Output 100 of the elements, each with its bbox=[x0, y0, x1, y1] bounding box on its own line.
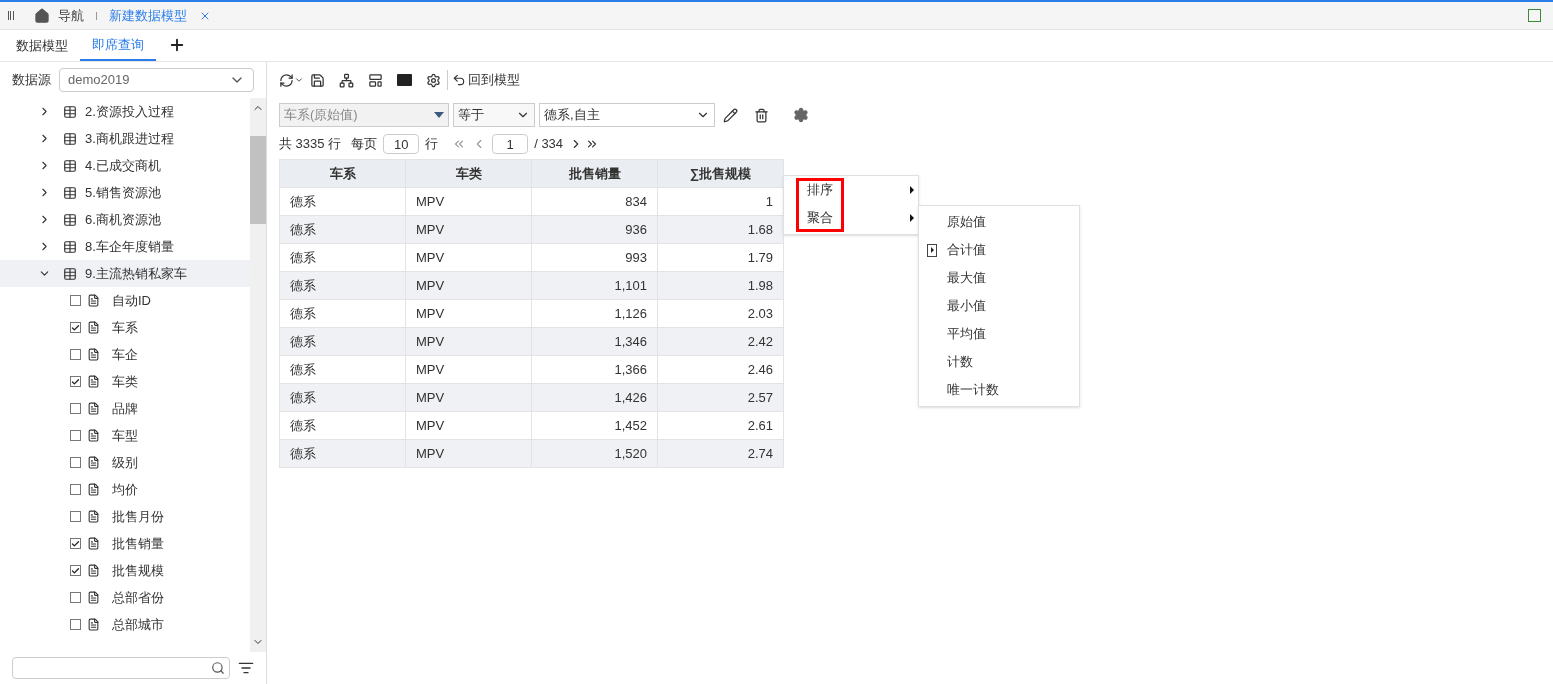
table-cell: MPV bbox=[405, 327, 532, 356]
layout-icon[interactable] bbox=[368, 72, 383, 88]
document-tab[interactable]: 新建数据模型 bbox=[109, 5, 187, 26]
field-name: 自动ID bbox=[112, 291, 151, 310]
maximize-icon[interactable] bbox=[1528, 9, 1541, 22]
field-item[interactable]: 总部省份 bbox=[0, 584, 250, 611]
checkbox[interactable] bbox=[70, 538, 81, 549]
menu-item[interactable]: 聚合 bbox=[784, 204, 918, 232]
checkbox[interactable] bbox=[70, 457, 81, 468]
home-icon[interactable] bbox=[34, 7, 50, 24]
datasource-select[interactable]: demo2019 bbox=[59, 68, 254, 92]
submenu-item[interactable]: 平均值 bbox=[919, 320, 1079, 348]
field-item[interactable]: 批售规模 bbox=[0, 557, 250, 584]
row-unit: 行 bbox=[425, 135, 439, 154]
column-header[interactable]: ∑批售规模 bbox=[657, 159, 784, 188]
refresh-icon[interactable] bbox=[279, 72, 294, 88]
tree-item[interactable]: 9.主流热销私家车 bbox=[0, 260, 250, 287]
checkbox[interactable] bbox=[70, 349, 81, 360]
submenu-item[interactable]: 计数 bbox=[919, 348, 1079, 376]
delete-icon[interactable] bbox=[754, 107, 769, 123]
table-icon bbox=[63, 266, 77, 281]
field-name: 总部省份 bbox=[112, 588, 164, 607]
field-item[interactable]: 均价 bbox=[0, 476, 250, 503]
field-item[interactable]: 级别 bbox=[0, 449, 250, 476]
field-item[interactable]: 自动ID bbox=[0, 287, 250, 314]
submenu-item[interactable]: 合计值 bbox=[919, 236, 1079, 264]
table-cell: MPV bbox=[405, 299, 532, 328]
submenu-item[interactable]: 最大值 bbox=[919, 264, 1079, 292]
edit-icon[interactable] bbox=[723, 107, 738, 123]
menu-item[interactable]: 排序 bbox=[784, 176, 918, 204]
page-size-field[interactable]: 10 bbox=[383, 134, 420, 154]
table-cell: 1.79 bbox=[657, 243, 784, 272]
field-item[interactable]: 车系 bbox=[0, 314, 250, 341]
table-cell: 834 bbox=[531, 187, 658, 216]
checkbox[interactable] bbox=[70, 619, 81, 630]
operator-select[interactable]: 等于 bbox=[453, 103, 535, 127]
menu-icon[interactable] bbox=[8, 11, 14, 20]
page-field[interactable]: 1 bbox=[492, 134, 529, 154]
filter-icon[interactable] bbox=[238, 660, 254, 676]
table-cell: 2.57 bbox=[657, 383, 784, 412]
table-name: 3.商机跟进过程 bbox=[85, 129, 174, 148]
field-icon bbox=[87, 321, 100, 334]
checkbox[interactable] bbox=[70, 403, 81, 414]
save-icon[interactable] bbox=[310, 72, 325, 88]
tree-item[interactable]: 4.已成交商机 bbox=[0, 152, 250, 179]
checkbox[interactable] bbox=[70, 592, 81, 603]
table-icon bbox=[63, 185, 77, 200]
table-cell: 2.74 bbox=[657, 439, 784, 468]
tree-item[interactable]: 2.资源投入过程 bbox=[0, 98, 250, 125]
field-item[interactable]: 批售销量 bbox=[0, 530, 250, 557]
column-header[interactable]: 车系 bbox=[279, 159, 406, 188]
settings-icon[interactable] bbox=[426, 72, 441, 88]
tree-item[interactable]: 5.销售资源池 bbox=[0, 179, 250, 206]
submenu-arrow-icon bbox=[910, 214, 914, 222]
tree-item[interactable]: 3.商机跟进过程 bbox=[0, 125, 250, 152]
nav-link[interactable]: 导航 bbox=[58, 5, 84, 26]
checkbox[interactable] bbox=[70, 295, 81, 306]
column-header[interactable]: 批售销量 bbox=[531, 159, 658, 188]
checkbox[interactable] bbox=[70, 565, 81, 576]
checkbox[interactable] bbox=[70, 376, 81, 387]
field-name: 总部城市 bbox=[112, 615, 164, 634]
field-name: 车系 bbox=[112, 318, 138, 337]
field-name: 批售规模 bbox=[112, 561, 164, 580]
scrollbar[interactable] bbox=[250, 98, 266, 652]
hierarchy-icon[interactable] bbox=[339, 72, 354, 88]
tree-item[interactable]: 6.商机资源池 bbox=[0, 206, 250, 233]
table-icon bbox=[63, 212, 77, 227]
datasource-label: 数据源 bbox=[12, 71, 51, 90]
submenu-item[interactable]: 原始值 bbox=[919, 208, 1079, 236]
submenu-item[interactable]: 最小值 bbox=[919, 292, 1079, 320]
checkbox[interactable] bbox=[70, 484, 81, 495]
search-field[interactable] bbox=[12, 657, 230, 679]
field-item[interactable]: 品牌 bbox=[0, 395, 250, 422]
field-item[interactable]: 车类 bbox=[0, 368, 250, 395]
table-cell: 2.61 bbox=[657, 411, 784, 440]
scrollbar-thumb[interactable] bbox=[250, 136, 266, 224]
checkbox[interactable] bbox=[70, 511, 81, 522]
field-icon bbox=[87, 456, 100, 469]
add-tab-icon[interactable] bbox=[168, 36, 186, 54]
settings-icon[interactable] bbox=[793, 107, 809, 123]
value-select[interactable]: 德系,自主 bbox=[539, 103, 715, 127]
tab[interactable]: 数据模型 bbox=[4, 31, 80, 61]
field-item[interactable]: 车企 bbox=[0, 341, 250, 368]
field-icon bbox=[87, 618, 100, 631]
field-item[interactable]: 车型 bbox=[0, 422, 250, 449]
chevron-down-icon[interactable] bbox=[294, 75, 304, 85]
table-cell: 德系 bbox=[279, 383, 406, 412]
per-page-label: 每页 bbox=[351, 135, 378, 154]
tree-item[interactable]: 8.车企年度销量 bbox=[0, 233, 250, 260]
table-cell: MPV bbox=[405, 215, 532, 244]
table-cell: MPV bbox=[405, 439, 532, 468]
checkbox[interactable] bbox=[70, 430, 81, 441]
back-to-model-button[interactable]: 回到模型 bbox=[447, 70, 520, 90]
checkbox[interactable] bbox=[70, 322, 81, 333]
submenu-item[interactable]: 唯一计数 bbox=[919, 376, 1079, 404]
field-item[interactable]: 总部城市 bbox=[0, 611, 250, 638]
column-header[interactable]: 车类 bbox=[405, 159, 532, 188]
table-cell: 1,126 bbox=[531, 299, 658, 328]
field-item[interactable]: 批售月份 bbox=[0, 503, 250, 530]
tab[interactable]: 即席查询 bbox=[80, 31, 156, 61]
